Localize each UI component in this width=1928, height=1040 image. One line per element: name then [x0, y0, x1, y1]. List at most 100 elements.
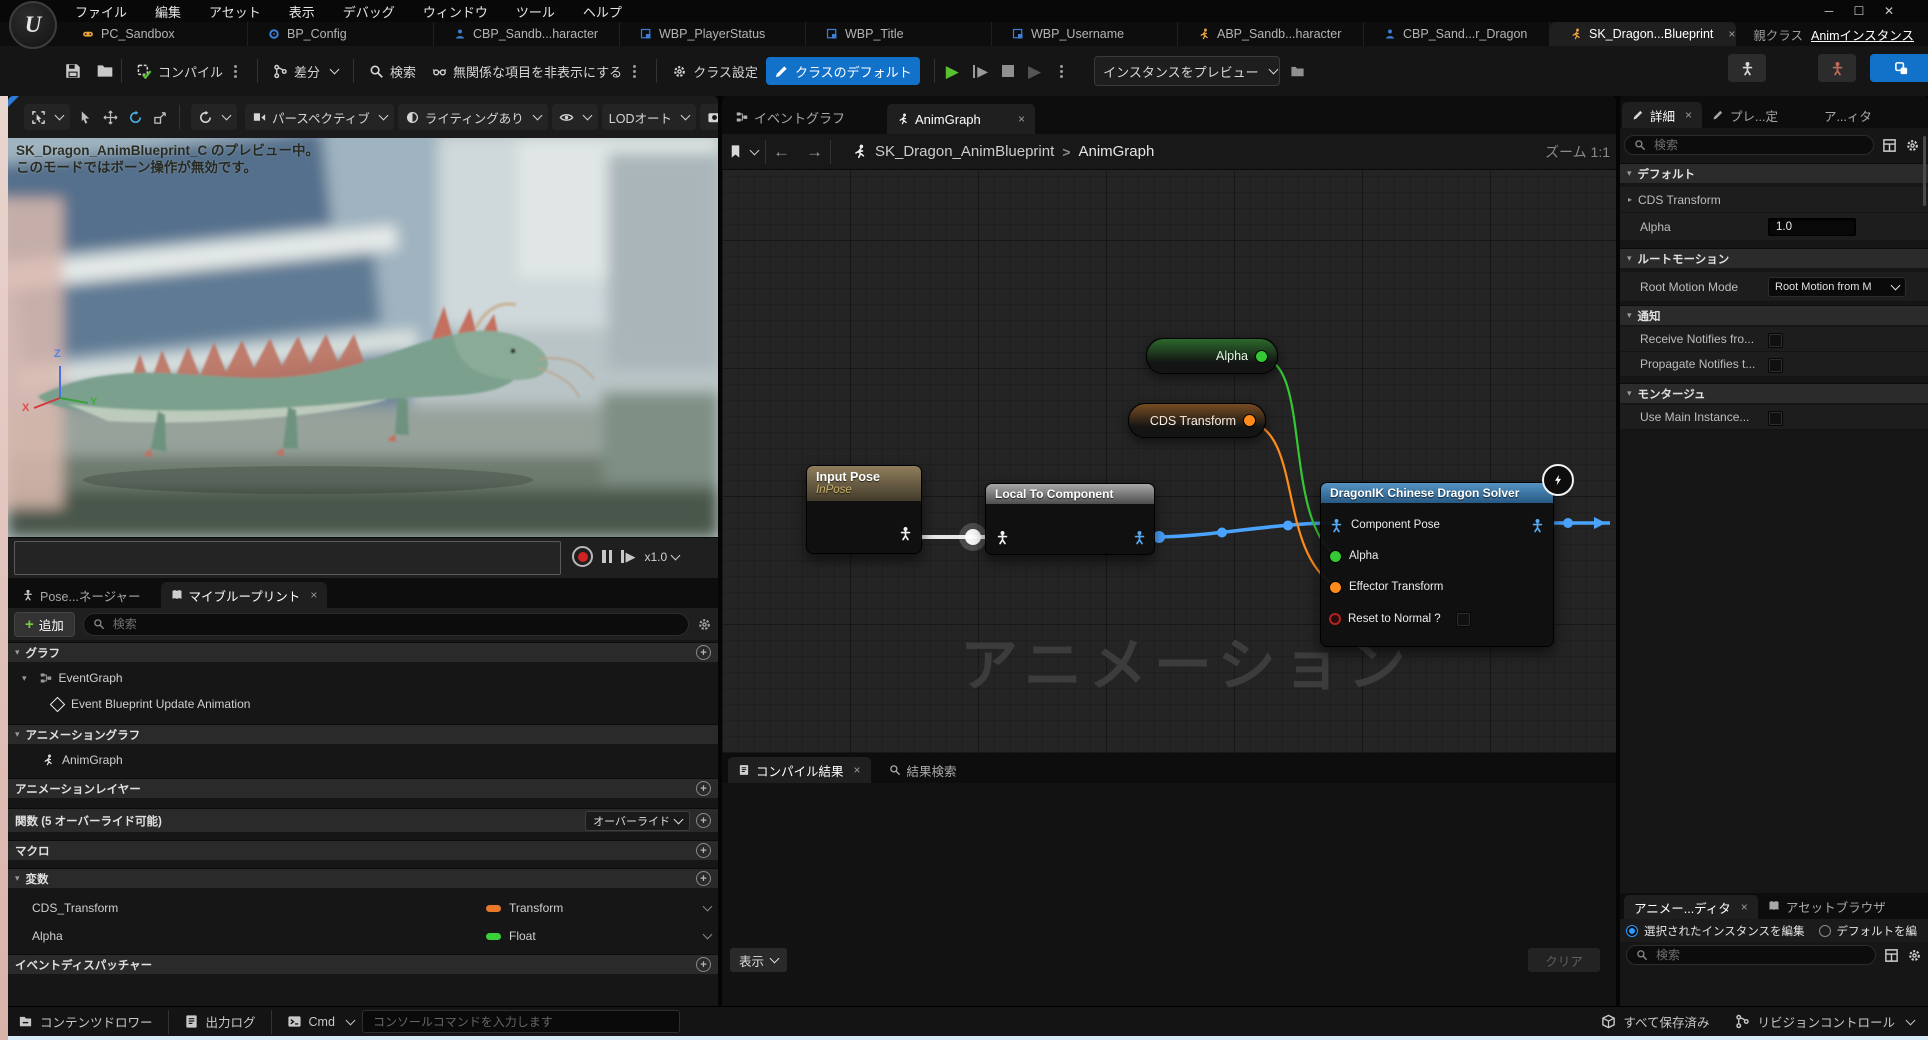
asset-tab-bp-config[interactable]: BP_Config	[248, 22, 434, 46]
close-icon[interactable]: ✕	[1874, 4, 1904, 18]
tab-close-icon[interactable]: ×	[1685, 108, 1692, 122]
transform-pin-icon[interactable]	[1243, 414, 1256, 427]
list-item-eventgraph[interactable]: ▾EventGraph	[8, 666, 718, 690]
find-button[interactable]: 検索	[361, 57, 424, 85]
asset-override-button[interactable]	[1870, 54, 1928, 82]
show-flags-dropdown[interactable]	[552, 104, 598, 130]
preview-viewport[interactable]: SK_Dragon_AnimBlueprint_C のプレビュー中。 このモード…	[8, 138, 718, 537]
hide-unrelated-button[interactable]: 無関係な項目を非表示にする	[424, 57, 649, 85]
tab-close-icon[interactable]: ×	[310, 588, 317, 602]
clear-button[interactable]: クリア	[1528, 948, 1600, 972]
section-event-dispatchers[interactable]: イベントディスパッチャー+	[8, 954, 718, 974]
float-pin-icon[interactable]	[1255, 350, 1268, 363]
menu-edit[interactable]: 編集	[154, 2, 182, 21]
section-functions[interactable]: 関数 (5 オーバーライド可能) オーバーライド +	[8, 808, 718, 832]
details-scrollbar[interactable]	[1923, 136, 1926, 206]
asset-tab-cbp-sand-dragon[interactable]: CBP_Sand...r_Dragon	[1364, 22, 1550, 46]
override-dropdown[interactable]: オーバーライド	[585, 811, 690, 831]
parent-class-link[interactable]: Animインスタンス	[1811, 25, 1914, 44]
timeline-track[interactable]	[14, 541, 561, 575]
console-command-field[interactable]	[362, 1010, 680, 1033]
section-notify[interactable]: ▾通知	[1620, 305, 1928, 325]
propagate-notifies-checkbox[interactable]	[1768, 358, 1783, 373]
save-status-button[interactable]: すべて保存済み	[1601, 1012, 1709, 1031]
gear-icon[interactable]	[1905, 138, 1920, 153]
lit-mode-dropdown[interactable]: ライティングあり	[398, 104, 548, 130]
snap-rotate-button[interactable]	[191, 104, 237, 130]
stop-button[interactable]	[1002, 65, 1014, 77]
tab-my-blueprint[interactable]: マイブループリント×	[161, 582, 328, 608]
bookmarks-dropdown[interactable]	[728, 144, 758, 159]
pin-row-alpha[interactable]: Alpha	[1329, 545, 1545, 567]
section-animation-graphs[interactable]: ▾アニメーショングラフ	[8, 724, 718, 744]
compile-button[interactable]: コンパイル	[129, 57, 250, 85]
chevron-down-icon[interactable]	[703, 902, 713, 912]
hide-options-icon[interactable]	[633, 70, 636, 73]
grid-view-icon[interactable]	[1884, 948, 1899, 963]
gear-icon[interactable]	[1907, 948, 1922, 963]
section-macros[interactable]: マクロ+	[8, 840, 718, 860]
step-forward-button[interactable]: ▶	[621, 550, 636, 563]
preview-folder-icon[interactable]	[1290, 64, 1305, 79]
menu-asset[interactable]: アセット	[208, 2, 262, 21]
tab-preview-settings[interactable]: プレ...定	[1702, 102, 1788, 128]
component-pose-pin-icon[interactable]	[1132, 530, 1147, 545]
save-button[interactable]	[64, 62, 82, 80]
revision-control-button[interactable]: リビジョンコントロール	[1735, 1012, 1914, 1031]
my-blueprint-search[interactable]	[83, 613, 689, 636]
list-item-animgraph[interactable]: AnimGraph	[8, 748, 718, 772]
playback-speed-dropdown[interactable]: x1.0	[645, 550, 680, 564]
chevron-down-icon[interactable]	[703, 930, 713, 940]
rotate-tool-icon[interactable]	[128, 110, 143, 125]
pin-row-component-pose[interactable]: Component Pose	[1329, 514, 1545, 536]
grid-view-icon[interactable]	[1882, 138, 1897, 153]
preview-editor-search[interactable]	[1626, 945, 1876, 965]
move-tool-icon[interactable]	[103, 110, 118, 125]
details-search-input[interactable]	[1652, 137, 1864, 153]
scale-tool-icon[interactable]	[153, 110, 168, 125]
pose-pin-icon[interactable]	[898, 526, 913, 541]
node-dragonik-solver[interactable]: DragonIK Chinese Dragon Solver Component…	[1320, 482, 1554, 647]
section-root-motion[interactable]: ▾ルートモーション	[1620, 248, 1928, 268]
breadcrumb-root[interactable]: SK_Dragon_AnimBlueprint	[875, 143, 1054, 160]
add-dispatcher-icon[interactable]: +	[696, 957, 711, 972]
advance-button[interactable]: ▶	[1028, 63, 1041, 80]
edit-defaults-radio[interactable]	[1819, 925, 1831, 937]
graph-canvas[interactable]: アニメーション Alpha CD	[722, 170, 1616, 753]
tab-compile-results[interactable]: コンパイル結果×	[728, 757, 871, 783]
details-row-cds-transform[interactable]: ▸CDS Transform	[1620, 187, 1928, 213]
variable-row-cds-transform[interactable]: CDS_Transform Transform	[8, 896, 718, 920]
console-command-input[interactable]	[371, 1014, 671, 1030]
pause-button[interactable]	[602, 550, 612, 563]
asset-tab-wbp-title[interactable]: WBP_Title	[806, 22, 992, 46]
asset-tab-wbp-playerstatus[interactable]: WBP_PlayerStatus	[620, 22, 806, 46]
menu-debug[interactable]: デバッグ	[342, 2, 396, 21]
section-graphs[interactable]: ▾グラフ+	[8, 642, 718, 662]
add-macro-icon[interactable]: +	[696, 843, 711, 858]
node-local-to-component[interactable]: Local To Component	[985, 483, 1155, 555]
section-default[interactable]: ▾デフォルト	[1620, 163, 1928, 183]
content-drawer-button[interactable]: コンテンツドロワー	[18, 1012, 153, 1031]
tab-pose-manager[interactable]: Pose...ネージャー	[12, 582, 151, 608]
add-variable-icon[interactable]: +	[696, 871, 711, 886]
maximize-icon[interactable]: ☐	[1844, 4, 1874, 18]
add-function-icon[interactable]: +	[696, 813, 711, 828]
asset-tab-abp-sandbox-character[interactable]: ABP_Sandb...haracter	[1178, 22, 1364, 46]
tab-close-icon[interactable]: ×	[1728, 27, 1735, 41]
output-log-button[interactable]: 出力ログ	[184, 1012, 256, 1031]
debug-mesh-button[interactable]	[1818, 54, 1856, 82]
perspective-dropdown[interactable]: パースペクティブ	[245, 104, 394, 130]
pin-row-reset-to-normal[interactable]: Reset to Normal ?	[1329, 608, 1545, 630]
tab-find-results[interactable]: 結果検索	[879, 757, 967, 783]
preview-instance-dropdown[interactable]: インスタンスをプレビュー	[1094, 56, 1280, 86]
use-main-instance-checkbox[interactable]	[1768, 411, 1783, 426]
pose-pin-icon[interactable]	[995, 530, 1010, 545]
asset-tab-sk-dragon-blueprint[interactable]: SK_Dragon...Blueprint×	[1550, 22, 1736, 46]
nav-back-icon[interactable]: ←	[773, 142, 790, 162]
tab-close-icon[interactable]: ×	[854, 763, 861, 777]
lod-dropdown[interactable]: LODオート	[602, 104, 696, 130]
tab-asset-browser[interactable]: アセットブラウザ	[1758, 893, 1896, 919]
add-layer-icon[interactable]: +	[696, 781, 711, 796]
cmd-dropdown[interactable]: Cmd	[287, 1014, 354, 1029]
preview-mesh-button[interactable]	[1728, 54, 1766, 82]
